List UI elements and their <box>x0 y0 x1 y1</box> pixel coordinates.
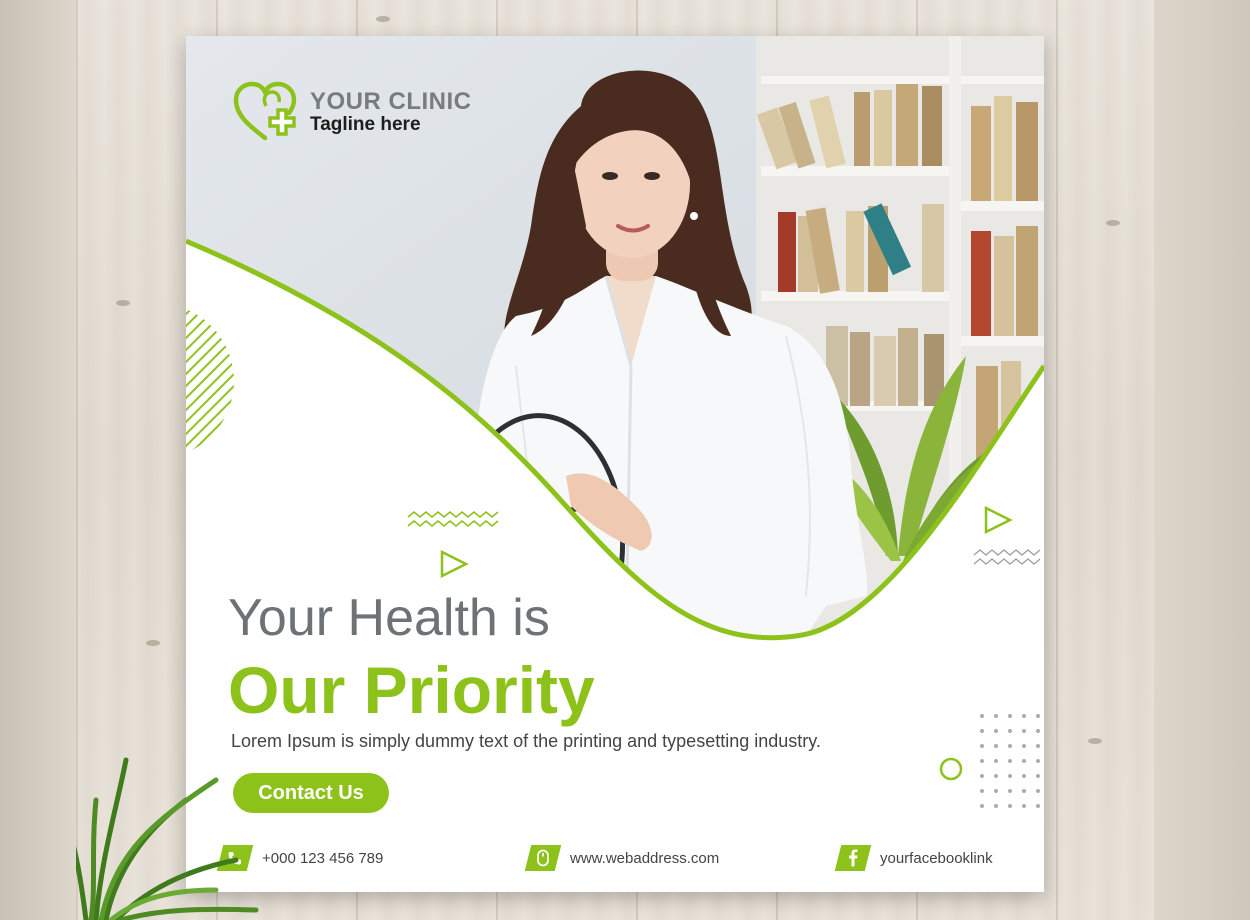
blurred-left-edge <box>0 0 76 920</box>
clinic-logo-icon <box>233 81 297 141</box>
blurred-right-edge <box>1154 0 1250 920</box>
zigzag-decoration <box>407 511 499 527</box>
body-text: Lorem Ipsum is simply dummy text of the … <box>231 731 821 751</box>
striped-circle-decoration <box>186 303 234 459</box>
triangle-decoration <box>440 549 469 579</box>
headline-line-1: Your Health is <box>228 589 550 647</box>
headline-line-2: Our Priority <box>228 653 595 727</box>
triangle-decoration-right <box>984 505 1013 535</box>
clinic-tagline: Tagline here <box>310 114 421 135</box>
clinic-name: YOUR CLINIC <box>310 88 472 115</box>
dot-grid-decoration <box>980 714 1040 808</box>
web-address: www.webaddress.com <box>570 849 720 867</box>
social-post-card: YOUR CLINIC Tagline here Your Health is … <box>186 36 1044 892</box>
zigzag-decoration-right <box>973 549 1041 565</box>
facebook-link: yourfacebooklink <box>880 849 993 867</box>
facebook-icon <box>834 845 872 871</box>
facebook-contact[interactable]: yourfacebooklink <box>834 844 993 872</box>
phone-number: +000 123 456 789 <box>262 849 384 867</box>
foreground-plant <box>76 757 259 920</box>
web-contact[interactable]: www.webaddress.com <box>524 844 720 872</box>
mouse-icon <box>524 845 562 871</box>
ring-decoration <box>939 757 963 781</box>
